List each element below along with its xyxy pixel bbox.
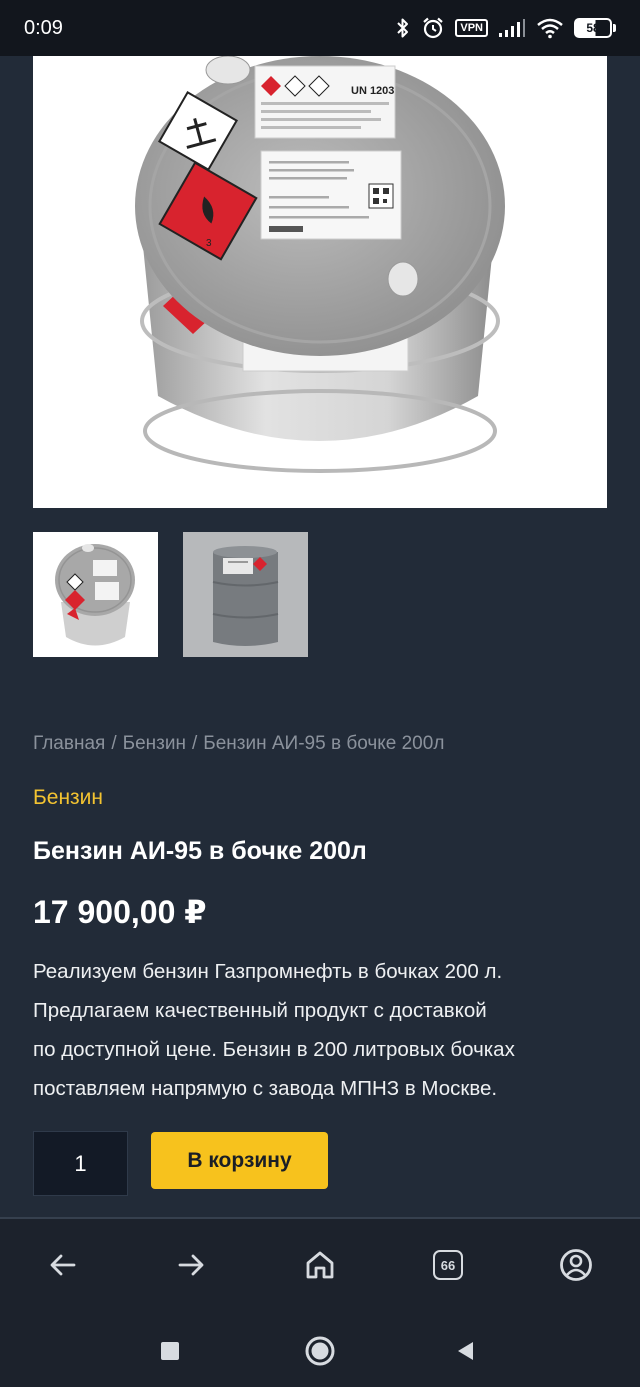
forward-arrow-icon[interactable]	[167, 1241, 215, 1289]
breadcrumb-home[interactable]: Главная	[33, 733, 105, 755]
signal-icon	[498, 18, 526, 38]
alarm-icon	[421, 16, 445, 40]
breadcrumb: Главная / Бензин / Бензин АИ-95 в бочке …	[33, 733, 444, 755]
browser-toolbar: 66	[0, 1219, 640, 1311]
description-line: Предлагаем качественный продукт с достав…	[33, 999, 487, 1022]
thumbnail-side-view[interactable]	[183, 532, 308, 657]
product-price: 17 900,00 ₽	[33, 894, 207, 930]
description-line: поставляем напрямую с завода МПНЗ в Моск…	[33, 1077, 498, 1100]
recent-apps-icon[interactable]	[150, 1331, 190, 1371]
home-circle-icon[interactable]	[300, 1331, 340, 1371]
status-time: 0:09	[24, 16, 63, 39]
wifi-icon	[536, 17, 564, 39]
description-line: Реализуем бензин Газпромнефть в бочках 2…	[33, 960, 503, 983]
back-triangle-icon[interactable]	[446, 1331, 486, 1371]
breadcrumb-category[interactable]: Бензин	[123, 733, 186, 755]
status-bar: 0:09 VPN 58	[0, 0, 640, 56]
thumbnail-top-view[interactable]	[33, 532, 158, 657]
quantity-input[interactable]	[33, 1131, 128, 1196]
product-title: Бензин АИ-95 в бочке 200л	[33, 837, 367, 865]
add-to-cart-button[interactable]: В корзину	[151, 1132, 328, 1189]
tabs-count: 66	[433, 1250, 463, 1280]
battery-level: 58	[574, 18, 612, 38]
back-arrow-icon[interactable]	[39, 1241, 87, 1289]
battery-icon: 58	[574, 18, 616, 38]
product-category-link[interactable]: Бензин	[33, 786, 103, 810]
hazard-class-label: 3	[206, 238, 212, 249]
bluetooth-icon	[395, 17, 411, 39]
main-product-image[interactable]: 3 UN 1203	[33, 56, 607, 508]
un-code-label: UN 1203	[351, 85, 394, 97]
system-nav-bar	[0, 1311, 640, 1387]
breadcrumb-separator: /	[111, 733, 117, 754]
tabs-icon[interactable]: 66	[424, 1241, 472, 1289]
home-icon[interactable]	[296, 1241, 344, 1289]
description-line: по доступной цене. Бензин в 200 литровых…	[33, 1038, 515, 1061]
breadcrumb-separator: /	[191, 733, 198, 754]
breadcrumb-current: Бензин АИ-95 в бочке 200л	[203, 733, 445, 754]
vpn-icon: VPN	[455, 19, 488, 37]
status-icons: VPN 58	[395, 16, 616, 40]
profile-icon[interactable]	[552, 1241, 600, 1289]
product-description: Реализуем бензин Газпромнефть в бочках 2…	[33, 952, 613, 1108]
